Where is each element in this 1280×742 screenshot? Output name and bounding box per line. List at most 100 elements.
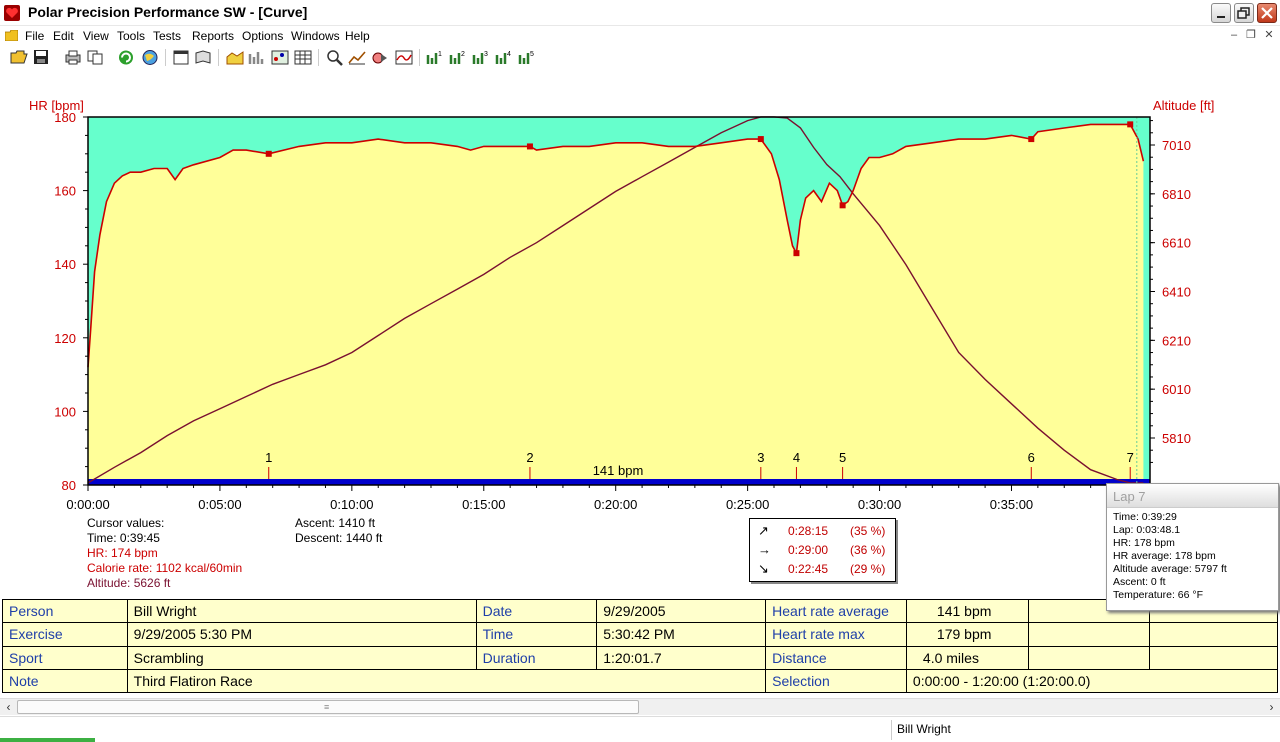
trend-time: 0:29:00 xyxy=(788,543,829,557)
open-folder-icon[interactable] xyxy=(10,49,28,66)
close-icon xyxy=(1261,7,1273,19)
globe-icon[interactable] xyxy=(141,49,159,66)
lap-label: 2 xyxy=(526,450,533,465)
lap-marker xyxy=(757,136,764,143)
left-axis-tick-label: 140 xyxy=(54,257,76,272)
hr-average-label: Heart rate average xyxy=(765,598,907,624)
print-icon[interactable] xyxy=(64,49,82,66)
distance-value: 4.0 miles xyxy=(905,645,1029,670)
table-grid-icon[interactable] xyxy=(294,49,312,66)
grip-icon: ≡ xyxy=(324,702,330,712)
restore-button[interactable] xyxy=(1234,3,1254,23)
hr-altitude-chart[interactable]: 141 bpm 1234567 180160140120100807010681… xyxy=(0,72,1280,512)
taskbar-strip xyxy=(0,738,95,742)
hr-average-value: 141 bpm xyxy=(905,598,1029,624)
copy-icon[interactable] xyxy=(86,49,104,66)
right-axis-title: Altitude [ft] xyxy=(1153,98,1214,113)
scroll-left-button[interactable]: ‹ xyxy=(0,699,17,715)
toolbar-separator xyxy=(318,49,319,66)
menu-file[interactable]: File xyxy=(25,29,44,43)
menu-windows[interactable]: Windows xyxy=(291,29,340,43)
window-title: Polar Precision Performance SW - [Curve] xyxy=(28,4,308,20)
trend-row-up: ↗ 0:28:15 (35 %) xyxy=(750,523,895,541)
lap-tooltip-body: Time: 0:39:29 Lap: 0:03:48.1 HR: 178 bpm… xyxy=(1113,511,1227,602)
x-axis-tick-label: 0:30:00 xyxy=(858,497,901,512)
lap-label: 6 xyxy=(1028,450,1035,465)
document-folder-icon xyxy=(5,30,18,41)
status-divider xyxy=(891,720,892,740)
empty-cell xyxy=(1149,645,1278,670)
trend-time: 0:22:45 xyxy=(788,562,829,576)
right-axis-tick-label: 5810 xyxy=(1162,431,1191,446)
area-chart-icon[interactable] xyxy=(226,49,244,66)
trend-percent: (29 %) xyxy=(850,562,886,576)
x-axis-tick-label: 0:15:00 xyxy=(462,497,505,512)
menu-reports[interactable]: Reports xyxy=(192,29,234,43)
minimize-icon xyxy=(1217,16,1225,18)
lap-label: 7 xyxy=(1127,450,1134,465)
zoom-icon[interactable] xyxy=(326,49,344,66)
right-axis-tick-label: 6610 xyxy=(1162,236,1191,251)
book-icon[interactable] xyxy=(194,49,212,66)
person-label: Person xyxy=(2,598,128,624)
arrow-right-icon: → xyxy=(758,542,771,557)
descent-value: Descent: 1440 ft xyxy=(295,531,383,545)
lap-line: Altitude average: 5797 ft xyxy=(1113,563,1227,575)
minimize-button[interactable] xyxy=(1211,3,1231,23)
right-axis-tick-label: 6210 xyxy=(1162,333,1191,348)
curve-icon[interactable] xyxy=(395,49,413,66)
left-axis-tick-label: 120 xyxy=(54,331,76,346)
menu-bar: File Edit View Tools Tests Reports Optio… xyxy=(0,26,1280,45)
chart-3-icon[interactable]: 3 xyxy=(472,49,490,66)
trend-row-down: ↘ 0:22:45 (29 %) xyxy=(750,561,895,579)
selection-value: 0:00:00 - 1:20:00 (1:20:00.0) xyxy=(905,668,1279,694)
window-icon[interactable] xyxy=(172,49,190,66)
lap-line: HR average: 178 bpm xyxy=(1113,550,1216,562)
mdi-minimize-button[interactable]: – xyxy=(1227,29,1241,42)
menu-tools[interactable]: Tools xyxy=(117,29,145,43)
scrollbar-thumb[interactable]: ≡ xyxy=(17,700,639,714)
lap-label: 5 xyxy=(839,450,846,465)
time-label: Time xyxy=(475,622,598,647)
menu-options[interactable]: Options xyxy=(242,29,283,43)
chart-2-icon[interactable]: 2 xyxy=(449,49,467,66)
restore-icon xyxy=(1237,7,1250,19)
lap-marker xyxy=(526,143,533,150)
right-axis-tick-label: 6810 xyxy=(1162,187,1191,202)
save-icon[interactable] xyxy=(32,49,50,66)
menu-tests[interactable]: Tests xyxy=(153,29,181,43)
compare-icon[interactable] xyxy=(371,49,389,66)
menu-help[interactable]: Help xyxy=(345,29,370,43)
lap-marker xyxy=(1028,136,1035,143)
menu-edit[interactable]: Edit xyxy=(53,29,74,43)
status-user: Bill Wright xyxy=(897,722,951,736)
time-value: 5:30:42 PM xyxy=(596,622,767,647)
chart-5-icon[interactable]: 5 xyxy=(518,49,536,66)
menu-view[interactable]: View xyxy=(83,29,109,43)
bar-chart-icon[interactable] xyxy=(248,49,266,66)
lap-line: Temperature: 66 °F xyxy=(1113,589,1203,601)
close-button[interactable] xyxy=(1257,3,1277,23)
chart-1-icon[interactable]: 1 xyxy=(426,49,444,66)
scroll-right-button[interactable]: › xyxy=(1263,699,1280,715)
mdi-close-button[interactable]: ✕ xyxy=(1262,29,1276,42)
trend-icon[interactable] xyxy=(348,49,366,66)
chart-4-icon[interactable]: 4 xyxy=(495,49,513,66)
lap-line: Time: 0:39:29 xyxy=(1113,511,1177,523)
hr-area-fill xyxy=(88,124,1144,486)
refresh-icon[interactable] xyxy=(117,49,135,66)
sport-value: Scrambling xyxy=(126,645,477,670)
exercise-label: Exercise xyxy=(2,622,128,647)
empty-cell xyxy=(1027,645,1151,670)
left-axis-tick-label: 80 xyxy=(62,478,76,493)
svg-text:3: 3 xyxy=(484,51,488,58)
horizontal-scrollbar[interactable]: ‹ ≡ › xyxy=(0,698,1280,715)
scatter-chart-icon[interactable] xyxy=(271,49,289,66)
right-axis-tick-label: 7010 xyxy=(1162,138,1191,153)
cursor-calorie-rate: Calorie rate: 1102 kcal/60min xyxy=(87,561,243,575)
empty-cell xyxy=(1149,622,1278,647)
mdi-restore-button[interactable]: ❐ xyxy=(1244,29,1258,42)
toolbar-separator xyxy=(218,49,219,66)
note-value: Third Flatiron Race xyxy=(126,668,767,694)
cursor-values-title: Cursor values: xyxy=(87,516,165,530)
